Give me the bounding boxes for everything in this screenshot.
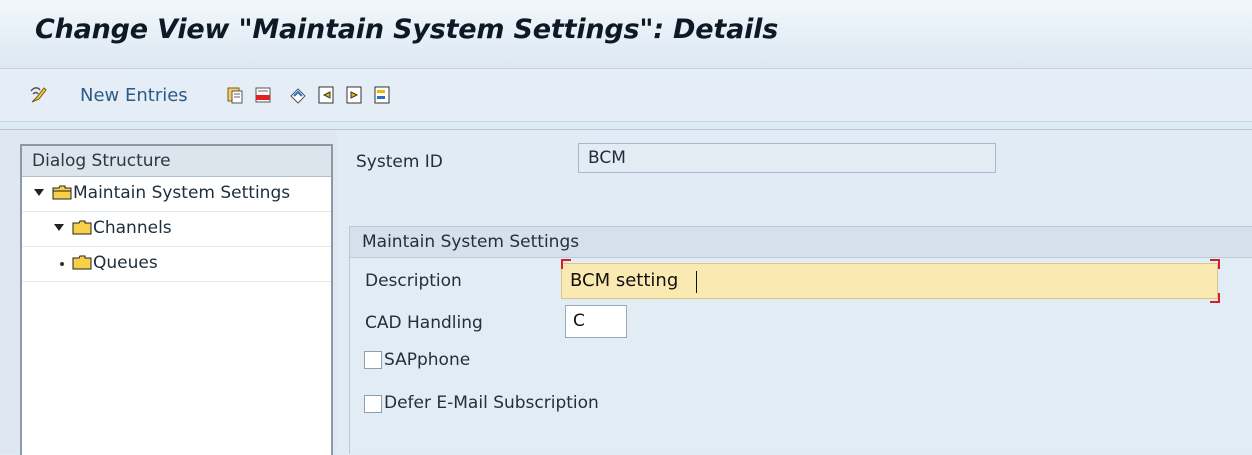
dialog-structure-header: Dialog Structure — [22, 146, 331, 177]
required-marker-icon — [1210, 259, 1220, 269]
defer-email-subscription-checkbox[interactable] — [364, 395, 382, 413]
expanded-caret-icon[interactable] — [54, 224, 64, 231]
title-bar: Change View "Maintain System Settings": … — [0, 0, 1252, 69]
required-marker-icon — [561, 259, 571, 269]
page-title: Change View "Maintain System Settings": … — [35, 14, 779, 45]
defer-email-subscription-label: Defer E-Mail Subscription — [384, 393, 599, 413]
text-cursor — [696, 271, 697, 293]
leaf-bullet-icon — [60, 262, 64, 266]
description-label: Description — [365, 271, 462, 291]
delete-icon[interactable] — [250, 83, 276, 107]
system-id-field: BCM — [578, 143, 996, 173]
system-id-label: System ID — [356, 152, 443, 172]
new-entries-button[interactable]: New Entries — [80, 83, 188, 107]
display-change-icon[interactable] — [26, 83, 52, 107]
tree-item-channels[interactable]: Channels — [22, 212, 331, 247]
cad-handling-label: CAD Handling — [365, 313, 483, 333]
open-folder-icon — [52, 185, 72, 200]
application-toolbar: New Entries — [0, 69, 1252, 122]
tree-item-label: Channels — [93, 218, 172, 238]
tree-item-label: Maintain System Settings — [73, 183, 291, 203]
cad-handling-input[interactable]: C — [565, 305, 627, 338]
sapphone-label: SAPphone — [384, 350, 471, 370]
maintain-system-settings-group: Maintain System Settings — [349, 226, 1252, 454]
select-block-icon[interactable] — [369, 83, 395, 107]
sapphone-checkbox[interactable] — [364, 351, 382, 369]
description-input[interactable]: BCM setting — [561, 263, 1218, 299]
tree-item-label: Queues — [93, 253, 158, 273]
tree-item-queues[interactable]: Queues — [22, 247, 331, 282]
copy-icon[interactable] — [222, 83, 248, 107]
next-entry-icon[interactable] — [341, 83, 367, 107]
undo-change-icon[interactable] — [285, 83, 311, 107]
folder-icon — [72, 255, 92, 270]
new-entries-label: New Entries — [80, 84, 188, 106]
expanded-caret-icon[interactable] — [34, 189, 44, 196]
required-marker-icon — [1210, 293, 1220, 303]
group-title: Maintain System Settings — [350, 227, 1252, 258]
tree-item-maintain-system-settings[interactable]: Maintain System Settings — [22, 177, 331, 212]
previous-entry-icon[interactable] — [313, 83, 339, 107]
folder-icon — [72, 220, 92, 235]
dialog-structure-panel: Dialog Structure Maintain System Setting… — [20, 144, 333, 455]
